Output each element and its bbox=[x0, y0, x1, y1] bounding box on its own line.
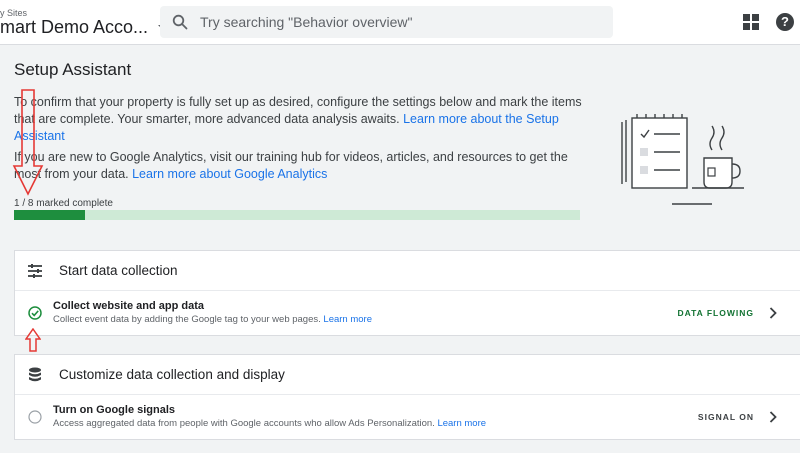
learn-more-link[interactable]: Learn more bbox=[323, 314, 372, 325]
search-icon bbox=[160, 14, 200, 30]
setup-item-title: Collect website and app data bbox=[53, 300, 204, 312]
section-title: Customize data collection and display bbox=[59, 367, 285, 382]
chevron-right-icon[interactable] bbox=[768, 307, 778, 319]
setup-item-collect-data[interactable]: Collect website and app data Collect eve… bbox=[15, 291, 800, 335]
account-name: mart Demo Acco... bbox=[0, 17, 149, 37]
progress-label: 1 / 8 marked complete bbox=[14, 198, 113, 209]
apps-grid-icon[interactable] bbox=[743, 14, 759, 30]
setup-item-description: Collect event data by adding the Google … bbox=[53, 314, 372, 325]
learn-more-link[interactable]: Learn more bbox=[437, 418, 486, 429]
sliders-icon bbox=[27, 263, 43, 279]
check-circle-icon bbox=[28, 306, 42, 320]
search-input[interactable] bbox=[200, 14, 580, 30]
learn-more-analytics-link[interactable]: Learn more about Google Analytics bbox=[132, 167, 327, 181]
setup-item-description: Access aggregated data from people with … bbox=[53, 418, 487, 429]
page-title: Setup Assistant bbox=[14, 60, 132, 79]
annotation-arrow-up bbox=[25, 328, 41, 352]
empty-circle-icon bbox=[28, 410, 42, 424]
status-badge: SIGNAL ON bbox=[697, 412, 754, 422]
intro-text: To confirm that your property is fully s… bbox=[14, 94, 594, 187]
section-start-data-collection: Start data collection Collect website an… bbox=[14, 250, 800, 336]
annotation-arrow-down bbox=[12, 89, 44, 196]
section-header: Customize data collection and display bbox=[15, 355, 800, 395]
help-icon[interactable]: ? bbox=[776, 13, 794, 31]
search-bar[interactable] bbox=[160, 6, 613, 38]
progress-bar-fill bbox=[14, 210, 85, 220]
setup-item-google-signals[interactable]: Turn on Google signals Access aggregated… bbox=[15, 395, 800, 439]
top-bar: y Sites mart Demo Acco... ? bbox=[0, 0, 800, 45]
section-customize-data-collection: Customize data collection and display Tu… bbox=[14, 354, 800, 440]
section-header: Start data collection bbox=[15, 251, 800, 291]
checklist-coffee-illustration bbox=[621, 114, 744, 205]
chevron-right-icon[interactable] bbox=[768, 411, 778, 423]
account-selector[interactable]: mart Demo Acco... bbox=[0, 17, 169, 38]
status-badge: DATA FLOWING bbox=[677, 308, 754, 318]
database-icon bbox=[27, 367, 43, 383]
setup-item-title: Turn on Google signals bbox=[53, 404, 176, 416]
progress-bar bbox=[14, 210, 580, 220]
section-title: Start data collection bbox=[59, 263, 178, 278]
